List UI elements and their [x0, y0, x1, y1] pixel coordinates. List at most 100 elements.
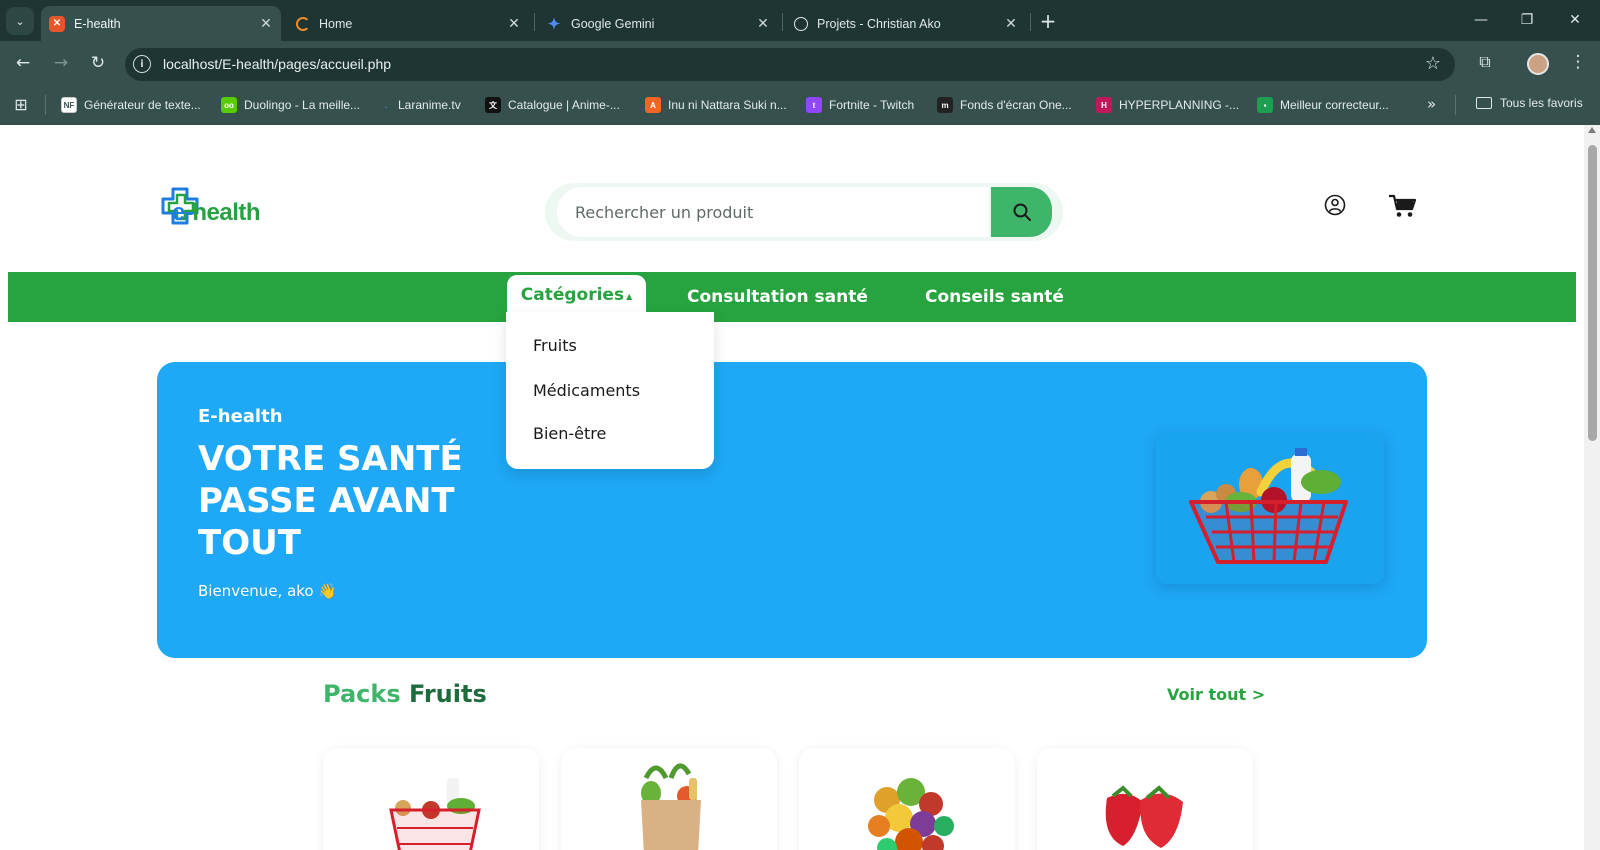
- shopping-cart-icon[interactable]: [1388, 193, 1418, 219]
- grocery-basket-image: [1189, 448, 1348, 564]
- correcteur-favicon-icon: ▪: [1257, 97, 1273, 113]
- tab-home[interactable]: Home ✕: [288, 6, 529, 41]
- new-tab-icon[interactable]: +: [1037, 9, 1059, 33]
- strawberries-image: [1105, 785, 1183, 848]
- nav-consultation[interactable]: Consultation santé: [687, 272, 868, 322]
- grocery-bag-image: [641, 763, 701, 850]
- tab-separator: [782, 13, 783, 31]
- bookmark-label: HYPERPLANNING -...: [1119, 98, 1240, 112]
- gemini-favicon-icon: ✦: [547, 15, 561, 33]
- twitch-favicon-icon: t: [806, 97, 822, 113]
- bookmark-item[interactable]: H HYPERPLANNING -...: [1096, 96, 1239, 114]
- site-logo[interactable]: e-health: [159, 187, 289, 231]
- section-title-part2: Fruits: [408, 680, 487, 708]
- hero-image-card: [1156, 432, 1384, 584]
- bookmark-item[interactable]: NF Générateur de texte...: [61, 96, 201, 114]
- url-text[interactable]: localhost/E-health/pages/accueil.php: [163, 56, 391, 72]
- logo-prefix: e-: [172, 199, 193, 226]
- bookmark-label: Inu ni Nattara Suki n...: [668, 98, 787, 112]
- close-icon[interactable]: ✕: [255, 13, 277, 35]
- bookmark-separator: [1455, 95, 1456, 115]
- bookmark-item[interactable]: ▪ Meilleur correcteur...: [1257, 96, 1389, 114]
- user-account-icon[interactable]: [1324, 194, 1346, 216]
- bookmark-item[interactable]: A Inu ni Nattara Suki n...: [645, 96, 787, 114]
- tab-separator: [534, 13, 535, 31]
- browser-menu-icon[interactable]: ⋮: [1568, 51, 1588, 73]
- more-bookmarks-icon[interactable]: »: [1427, 95, 1436, 113]
- bookmark-label: Fonds d'écran One...: [960, 98, 1072, 112]
- catalogue-favicon-icon: 文: [485, 97, 501, 113]
- duolingo-favicon-icon: oo: [221, 97, 237, 113]
- scroll-up-arrow-icon[interactable]: [1588, 127, 1596, 133]
- tab-title: E-health: [74, 16, 121, 31]
- nav-conseils[interactable]: Conseils santé: [925, 272, 1064, 322]
- xampp-favicon-icon: ✕: [49, 15, 65, 32]
- bookmark-item[interactable]: oo Duolingo - La meille...: [221, 96, 360, 114]
- dropdown-item-fruits[interactable]: Fruits: [533, 336, 577, 355]
- tab-title: Projets - Christian Ako: [817, 16, 941, 31]
- product-card[interactable]: [799, 748, 1015, 850]
- close-icon[interactable]: ✕: [1000, 13, 1022, 35]
- nav-categories[interactable]: Catégories ▲: [507, 275, 646, 315]
- tab-search-icon[interactable]: ⌄: [6, 7, 34, 35]
- laranime-favicon-icon: .: [384, 100, 388, 110]
- hero-welcome: Bienvenue, ako 👋: [198, 582, 338, 600]
- product-card[interactable]: [1037, 748, 1253, 850]
- tab-e-health[interactable]: ✕ E-health ✕: [41, 6, 281, 41]
- fonds-favicon-icon: m: [937, 97, 953, 113]
- bookmark-item[interactable]: m Fonds d'écran One...: [937, 96, 1072, 114]
- globe-favicon-icon: [794, 16, 808, 31]
- bookmark-star-icon[interactable]: ☆: [1425, 53, 1441, 74]
- reload-icon[interactable]: ↻: [84, 49, 112, 77]
- close-icon[interactable]: ✕: [503, 13, 525, 35]
- forward-icon[interactable]: →: [47, 49, 75, 77]
- search-button[interactable]: [991, 187, 1052, 237]
- caret-up-icon: ▲: [626, 291, 633, 301]
- hero-banner: E-health VOTRE SANTÉ PASSE AVANT TOUT Bi…: [157, 362, 1427, 658]
- close-icon[interactable]: ✕: [752, 13, 774, 35]
- apps-grid-icon[interactable]: ⊞: [11, 94, 31, 114]
- bookmark-label: Catalogue | Anime-...: [508, 98, 620, 112]
- product-card[interactable]: [323, 748, 539, 850]
- dropdown-item-bien-etre[interactable]: Bien-être: [533, 424, 606, 443]
- bookmark-separator: [45, 95, 46, 115]
- address-bar[interactable]: i localhost/E-health/pages/accueil.php ☆: [125, 48, 1455, 81]
- all-bookmarks-label: Tous les favoris: [1500, 96, 1583, 110]
- bookmark-label: Meilleur correcteur...: [1280, 98, 1389, 112]
- logo-text: e-health: [172, 199, 261, 227]
- search-input[interactable]: [557, 187, 989, 237]
- scroll-thumb[interactable]: [1588, 145, 1597, 441]
- site-info-icon[interactable]: i: [133, 55, 151, 73]
- minimize-icon[interactable]: —: [1458, 4, 1504, 36]
- tab-title: Google Gemini: [571, 16, 655, 31]
- bookmark-label: Laranime.tv: [398, 98, 461, 112]
- bookmark-item[interactable]: t Fortnite - Twitch: [806, 96, 914, 114]
- section-title-part1: Packs: [323, 680, 401, 708]
- bookmark-item[interactable]: . Laranime.tv: [381, 96, 461, 114]
- page-scrollbar[interactable]: [1584, 125, 1600, 850]
- main-navbar: Catégories ▲ Consultation santé Conseils …: [8, 272, 1576, 322]
- categories-dropdown: Fruits Médicaments Bien-être: [506, 312, 714, 469]
- tab-strip: ⌄ ✕ E-health ✕ Home ✕ ✦ Google Gemini ✕ …: [0, 0, 1600, 41]
- bookmarks-bar: ⊞ NF Générateur de texte... oo Duolingo …: [0, 85, 1600, 125]
- window-close-icon[interactable]: ✕: [1552, 4, 1598, 36]
- product-card[interactable]: [561, 748, 777, 850]
- tab-google-gemini[interactable]: ✦ Google Gemini ✕: [538, 6, 778, 41]
- bookmark-item[interactable]: 文 Catalogue | Anime-...: [485, 96, 620, 114]
- bookmark-label: Générateur de texte...: [84, 98, 201, 112]
- fruit-basket-image: [389, 778, 481, 850]
- section-title: Packs Fruits: [323, 680, 487, 708]
- dropdown-item-medicaments[interactable]: Médicaments: [533, 381, 640, 400]
- hero-brand: E-health: [198, 406, 283, 427]
- see-all-link[interactable]: Voir tout >: [1167, 685, 1265, 704]
- nav-categories-label: Catégories: [520, 285, 625, 305]
- tab-separator: [1030, 13, 1031, 31]
- profile-avatar[interactable]: [1527, 53, 1549, 75]
- extensions-icon[interactable]: ⧉: [1474, 51, 1496, 73]
- back-icon[interactable]: ←: [9, 49, 37, 77]
- folder-icon: [1476, 97, 1492, 109]
- restore-icon[interactable]: ❐: [1504, 4, 1550, 36]
- all-bookmarks-folder[interactable]: Tous les favoris: [1476, 96, 1583, 110]
- browser-toolbar: ← → ↻ i localhost/E-health/pages/accueil…: [0, 41, 1600, 85]
- tab-projets[interactable]: Projets - Christian Ako ✕: [786, 6, 1026, 41]
